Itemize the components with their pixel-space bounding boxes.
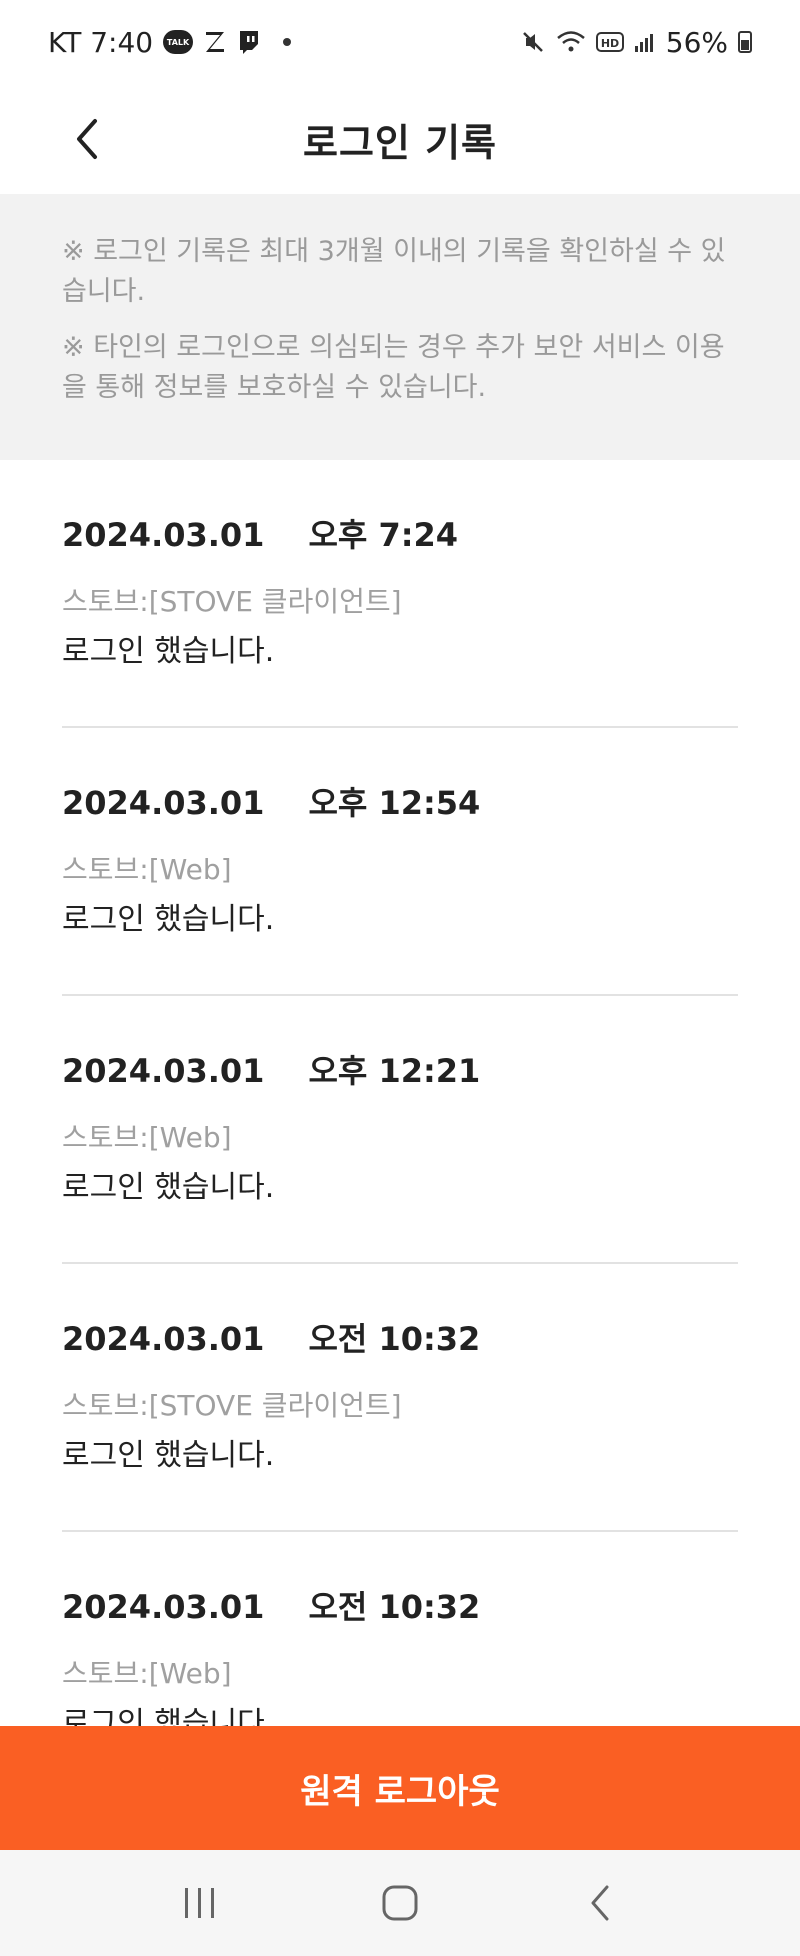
notice-line-retention: ※ 로그인 기록은 최대 3개월 이내의 기록을 확인하실 수 있습니다.	[62, 236, 726, 307]
notice-box: ※ 로그인 기록은 최대 3개월 이내의 기록을 확인하실 수 있습니다. ※ …	[0, 194, 800, 460]
log-time: 오후 12:54	[308, 784, 481, 822]
status-bar: KT 7:40 TALK HD 56%	[0, 0, 800, 84]
signal-icon	[634, 31, 656, 53]
log-time: 오전 10:32	[308, 1320, 481, 1358]
log-date: 2024.03.01	[62, 784, 265, 822]
log-date: 2024.03.01	[62, 1052, 265, 1090]
log-datetime: 2024.03.01 오후 12:54	[62, 778, 738, 830]
notice-line-security: ※ 타인의 로그인으로 의심되는 경우 추가 보안 서비스 이용을 통해 정보를…	[62, 332, 725, 403]
log-source: 스토브:[STOVE 클라이언트]	[62, 585, 402, 618]
log-time: 오전 10:32	[308, 1588, 481, 1626]
log-time: 오후 7:24	[308, 516, 459, 554]
battery-icon	[738, 31, 752, 53]
twitch-icon	[237, 29, 261, 55]
log-message: 로그인 했습니다.	[62, 634, 275, 669]
log-message: 로그인 했습니다.	[62, 1438, 275, 1473]
nav-recents-button[interactable]	[160, 1863, 240, 1943]
log-message: 로그인 했습니다.	[62, 1170, 275, 1205]
recents-icon	[185, 1888, 214, 1918]
log-item: 2024.03.01 오전 10:32 스토브:[STOVE 클라이언트] 로그인…	[62, 1264, 738, 1532]
status-right: HD 56%	[520, 26, 752, 59]
log-item: 2024.03.01 오후 12:21 스토브:[Web] 로그인 했습니다.	[62, 996, 738, 1264]
log-date: 2024.03.01	[62, 516, 265, 554]
home-icon	[382, 1885, 418, 1921]
back-button[interactable]	[56, 104, 116, 174]
log-datetime: 2024.03.01 오후 7:24	[62, 510, 738, 562]
log-source: 스토브:[STOVE 클라이언트]	[62, 1389, 402, 1422]
log-source: 스토브:[Web]	[62, 853, 232, 886]
nav-home-button[interactable]	[360, 1863, 440, 1943]
log-datetime: 2024.03.01 오후 12:21	[62, 1046, 738, 1098]
status-left: KT 7:40 TALK	[48, 25, 292, 59]
battery-percent: 56%	[665, 25, 728, 59]
log-datetime: 2024.03.01 오전 10:32	[62, 1582, 738, 1634]
svg-text:HD: HD	[601, 37, 619, 50]
log-item: 2024.03.01 오후 7:24 스토브:[STOVE 클라이언트] 로그인 …	[62, 460, 738, 728]
notification-dot-icon	[283, 38, 292, 46]
log-source: 스토브:[Web]	[62, 1657, 232, 1690]
log-message: 로그인 했습니다.	[62, 902, 275, 937]
log-item: 2024.03.01 오후 12:54 스토브:[Web] 로그인 했습니다.	[62, 728, 738, 996]
remote-logout-button[interactable]: 원격 로그아웃	[0, 1726, 800, 1850]
kakaotalk-icon: TALK	[163, 30, 194, 54]
wifi-icon	[556, 29, 586, 55]
log-date: 2024.03.01	[62, 1588, 265, 1626]
z-app-icon	[203, 29, 227, 55]
log-source: 스토브:[Web]	[62, 1121, 232, 1154]
login-log-list: 2024.03.01 오후 7:24 스토브:[STOVE 클라이언트] 로그인 …	[62, 460, 738, 1800]
system-nav-bar	[0, 1850, 800, 1956]
mute-icon	[520, 29, 546, 55]
log-date: 2024.03.01	[62, 1320, 265, 1358]
hd-voice-icon: HD	[595, 31, 624, 53]
chevron-left-icon	[77, 119, 97, 159]
app-header: 로그인 기록	[0, 84, 800, 194]
nav-back-button[interactable]	[560, 1863, 640, 1943]
page-title: 로그인 기록	[302, 120, 498, 165]
carrier-time: KT 7:40	[48, 25, 154, 59]
nav-back-icon	[591, 1885, 609, 1921]
log-time: 오후 12:21	[308, 1052, 481, 1090]
log-datetime: 2024.03.01 오전 10:32	[62, 1314, 738, 1366]
